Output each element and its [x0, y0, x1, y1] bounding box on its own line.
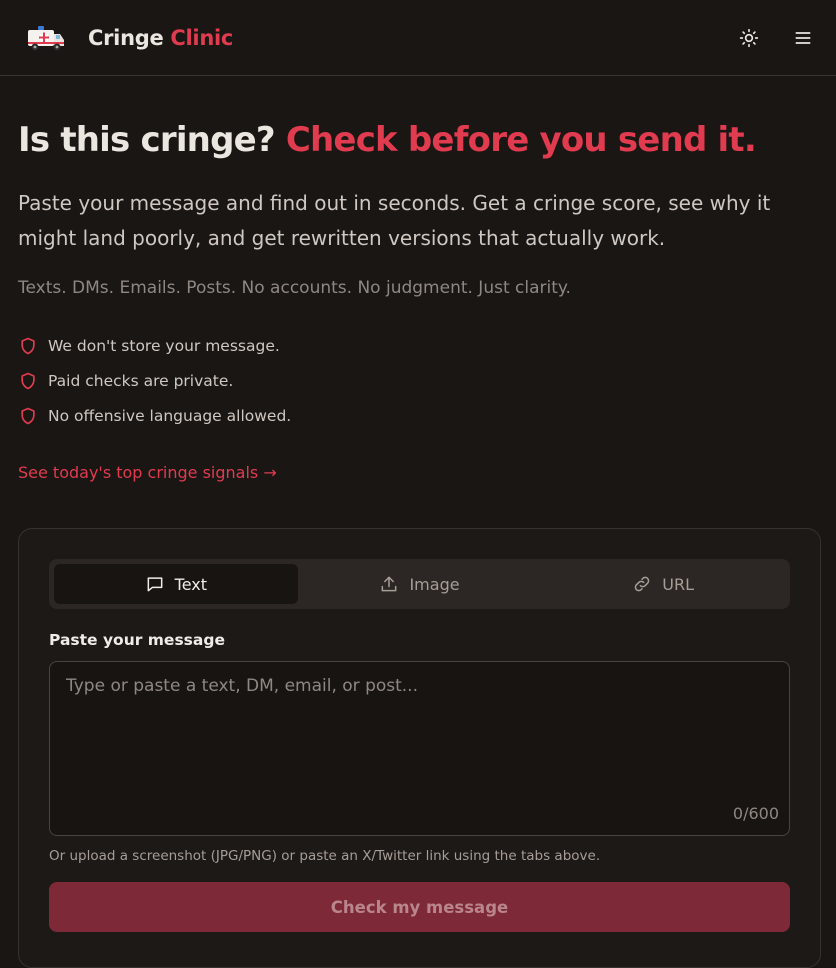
- tab-label: Image: [409, 574, 460, 594]
- top-bar: Cringe Clinic: [0, 0, 836, 76]
- tab-image[interactable]: Image: [298, 564, 542, 604]
- trust-text: We don't store your message.: [48, 336, 280, 355]
- message-field-label: Paste your message: [49, 631, 225, 649]
- trust-item: No offensive language allowed.: [18, 398, 818, 433]
- top-cringe-signals-link[interactable]: See today's top cringe signals →: [18, 463, 277, 482]
- sun-icon: [739, 28, 759, 47]
- check-message-button[interactable]: Check my message: [49, 882, 790, 932]
- message-checker-card: Text Image URL Paste your message 0/600 …: [18, 528, 821, 968]
- tab-text[interactable]: Text: [54, 564, 298, 604]
- sub-paragraph: Texts. DMs. Emails. Posts. No accounts. …: [18, 278, 571, 298]
- helper-text: Or upload a screenshot (JPG/PNG) or past…: [49, 848, 601, 864]
- title-plain: Is this cringe?: [18, 120, 276, 160]
- upload-icon: [379, 574, 399, 594]
- ambulance-icon[interactable]: [26, 22, 70, 54]
- tab-url[interactable]: URL: [541, 564, 785, 604]
- message-input-wrapper: 0/600: [49, 661, 790, 836]
- main-content: Is this cringe? Check before you send it…: [0, 120, 836, 482]
- hamburger-menu-icon: [795, 31, 811, 44]
- trust-text: No offensive language allowed.: [48, 406, 292, 425]
- trust-item: We don't store your message.: [18, 328, 818, 363]
- brand-name[interactable]: Cringe Clinic: [88, 26, 233, 50]
- shield-icon: [18, 406, 38, 426]
- input-mode-tabs: Text Image URL: [49, 559, 790, 609]
- tab-label: URL: [662, 574, 695, 594]
- character-counter: 0/600: [732, 804, 779, 823]
- lead-paragraph: Paste your message and find out in secon…: [18, 191, 771, 250]
- brand-main: Cringe: [88, 25, 164, 50]
- brand-accent: Clinic: [170, 25, 234, 50]
- menu-button[interactable]: [788, 23, 818, 53]
- title-highlight: Check before you send it.: [285, 120, 757, 160]
- message-icon: [145, 574, 165, 594]
- trust-list: We don't store your message. Paid checks…: [18, 328, 818, 433]
- trust-text: Paid checks are private.: [48, 371, 234, 390]
- shield-icon: [18, 371, 38, 391]
- tab-label: Text: [174, 574, 208, 594]
- trust-item: Paid checks are private.: [18, 363, 818, 398]
- theme-toggle-button[interactable]: [734, 23, 764, 53]
- shield-icon: [18, 336, 38, 356]
- message-input[interactable]: [50, 662, 789, 835]
- link-icon: [632, 574, 652, 594]
- page-title: Is this cringe? Check before you send it…: [18, 120, 818, 160]
